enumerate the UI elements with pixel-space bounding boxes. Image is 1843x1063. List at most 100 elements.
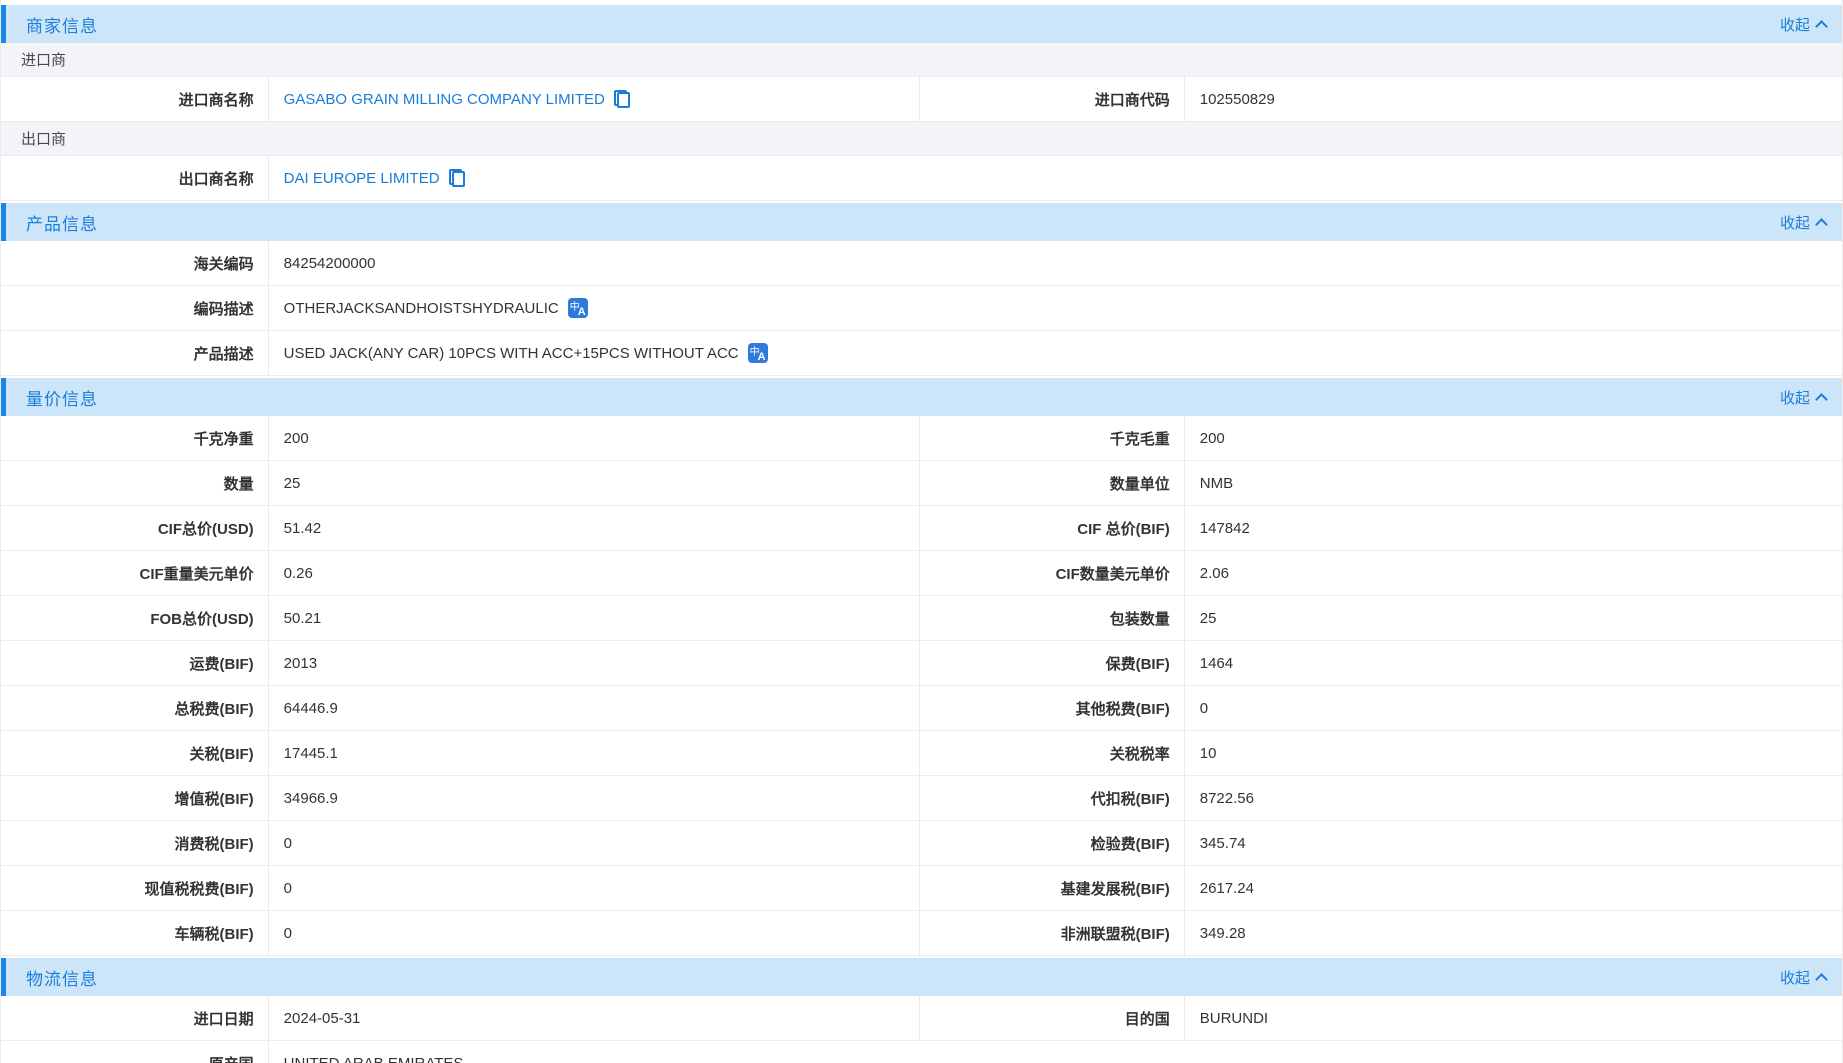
field-value: 200 (1185, 416, 1842, 460)
section-header-product: 产品信息 收起 (1, 203, 1842, 241)
table-row: 原产国 UNITED ARAB EMIRATES (1, 1041, 1842, 1063)
collapse-label: 收起 (1780, 212, 1810, 233)
field-value: 2.06 (1185, 551, 1842, 595)
table-row: 车辆税(BIF) 0 非洲联盟税(BIF) 349.28 (1, 911, 1842, 956)
field-label: 进口日期 (1, 996, 269, 1040)
table-row: 编码描述 OTHERJACKSANDHOISTSHYDRAULIC 中A (1, 286, 1842, 331)
field-value: 64446.9 (269, 686, 920, 730)
collapse-label: 收起 (1780, 14, 1810, 35)
field-label: 千克毛重 (920, 416, 1185, 460)
field-value: 8722.56 (1185, 776, 1842, 820)
section-title: 物流信息 (26, 965, 98, 990)
product-description-text: USED JACK(ANY CAR) 10PCS WITH ACC+15PCS … (284, 345, 739, 362)
chevron-up-icon (1815, 973, 1828, 986)
table-row: 消费税(BIF) 0 检验费(BIF) 345.74 (1, 821, 1842, 866)
table-row: 关税(BIF) 17445.1 关税税率 10 (1, 731, 1842, 776)
field-value: 345.74 (1185, 821, 1842, 865)
field-label: 增值税(BIF) (1, 776, 269, 820)
field-label: 消费税(BIF) (1, 821, 269, 865)
table-row: 进口日期 2024-05-31 目的国 BURUNDI (1, 996, 1842, 1041)
field-label: 车辆税(BIF) (1, 911, 269, 955)
field-label: 现值税税费(BIF) (1, 866, 269, 910)
section-merchant-info: 商家信息 收起 进口商 进口商名称 GASABO GRAIN MILLING C… (1, 5, 1842, 201)
field-label: CIF总价(USD) (1, 506, 269, 550)
field-value: 1464 (1185, 641, 1842, 685)
copy-icon[interactable] (449, 169, 465, 187)
section-quantity-price-info: 量价信息 收起 千克净重 200 千克毛重 200 数量 25 数量单位 NMB… (1, 378, 1842, 956)
table-row: CIF重量美元单价 0.26 CIF数量美元单价 2.06 (1, 551, 1842, 596)
chevron-up-icon (1815, 218, 1828, 231)
table-row: 千克净重 200 千克毛重 200 (1, 416, 1842, 461)
field-value: 0 (269, 911, 920, 955)
field-value: DAI EUROPE LIMITED (269, 156, 1842, 200)
table-row: 增值税(BIF) 34966.9 代扣税(BIF) 8722.56 (1, 776, 1842, 821)
table-row: CIF总价(USD) 51.42 CIF 总价(BIF) 147842 (1, 506, 1842, 551)
group-label: 出口商 (21, 128, 66, 149)
translate-icon[interactable]: 中A (748, 343, 768, 363)
field-label: 关税税率 (920, 731, 1185, 775)
field-label: 出口商名称 (1, 156, 269, 200)
group-label: 进口商 (21, 49, 66, 70)
table-row: 现值税税费(BIF) 0 基建发展税(BIF) 2617.24 (1, 866, 1842, 911)
code-description-text: OTHERJACKSANDHOISTSHYDRAULIC (284, 300, 559, 317)
importer-name-link[interactable]: GASABO GRAIN MILLING COMPANY LIMITED (284, 91, 605, 108)
section-title: 量价信息 (26, 385, 98, 410)
field-value: 51.42 (269, 506, 920, 550)
copy-icon[interactable] (614, 90, 630, 108)
field-label: 非洲联盟税(BIF) (920, 911, 1185, 955)
table-row: 海关编码 84254200000 (1, 241, 1842, 286)
field-value: 349.28 (1185, 911, 1842, 955)
field-value: 84254200000 (269, 241, 1842, 285)
section-title: 商家信息 (26, 12, 98, 37)
field-label: 包装数量 (920, 596, 1185, 640)
section-logistics-info: 物流信息 收起 进口日期 2024-05-31 目的国 BURUNDI 原产国 … (1, 958, 1842, 1063)
field-label: 目的国 (920, 996, 1185, 1040)
field-value: 200 (269, 416, 920, 460)
field-value: BURUNDI (1185, 996, 1842, 1040)
chevron-up-icon (1815, 393, 1828, 406)
field-value: 2013 (269, 641, 920, 685)
field-value: USED JACK(ANY CAR) 10PCS WITH ACC+15PCS … (269, 331, 1842, 375)
table-row: 数量 25 数量单位 NMB (1, 461, 1842, 506)
field-label: 编码描述 (1, 286, 269, 330)
field-label: 关税(BIF) (1, 731, 269, 775)
table-row: FOB总价(USD) 50.21 包装数量 25 (1, 596, 1842, 641)
field-label: 检验费(BIF) (920, 821, 1185, 865)
field-value: 0 (269, 821, 920, 865)
field-label: CIF 总价(BIF) (920, 506, 1185, 550)
field-value: 25 (1185, 596, 1842, 640)
group-row-exporter: 出口商 (1, 122, 1842, 156)
table-row: 产品描述 USED JACK(ANY CAR) 10PCS WITH ACC+1… (1, 331, 1842, 376)
field-label: 基建发展税(BIF) (920, 866, 1185, 910)
field-value: NMB (1185, 461, 1842, 505)
table-row: 运费(BIF) 2013 保费(BIF) 1464 (1, 641, 1842, 686)
section-header-logistics: 物流信息 收起 (1, 958, 1842, 996)
exporter-name-link[interactable]: DAI EUROPE LIMITED (284, 170, 440, 187)
collapse-toggle[interactable]: 收起 (1780, 212, 1826, 233)
table-row: 进口商名称 GASABO GRAIN MILLING COMPANY LIMIT… (1, 77, 1842, 122)
field-label: 原产国 (1, 1041, 269, 1063)
field-value: GASABO GRAIN MILLING COMPANY LIMITED (269, 77, 920, 121)
field-label: FOB总价(USD) (1, 596, 269, 640)
field-label: CIF重量美元单价 (1, 551, 269, 595)
field-value: 147842 (1185, 506, 1842, 550)
collapse-toggle[interactable]: 收起 (1780, 967, 1826, 988)
field-value: 2617.24 (1185, 866, 1842, 910)
table-row: 出口商名称 DAI EUROPE LIMITED (1, 156, 1842, 201)
field-value: 34966.9 (269, 776, 920, 820)
collapse-label: 收起 (1780, 387, 1810, 408)
field-label: 进口商名称 (1, 77, 269, 121)
field-label: 产品描述 (1, 331, 269, 375)
translate-icon[interactable]: 中A (568, 298, 588, 318)
group-row-importer: 进口商 (1, 43, 1842, 77)
field-label: 保费(BIF) (920, 641, 1185, 685)
field-label: 其他税费(BIF) (920, 686, 1185, 730)
field-value: 17445.1 (269, 731, 920, 775)
field-value: 2024-05-31 (269, 996, 920, 1040)
collapse-label: 收起 (1780, 967, 1810, 988)
collapse-toggle[interactable]: 收起 (1780, 387, 1826, 408)
field-value: 102550829 (1185, 77, 1842, 121)
collapse-toggle[interactable]: 收起 (1780, 14, 1826, 35)
field-value: 50.21 (269, 596, 920, 640)
field-value: 10 (1185, 731, 1842, 775)
